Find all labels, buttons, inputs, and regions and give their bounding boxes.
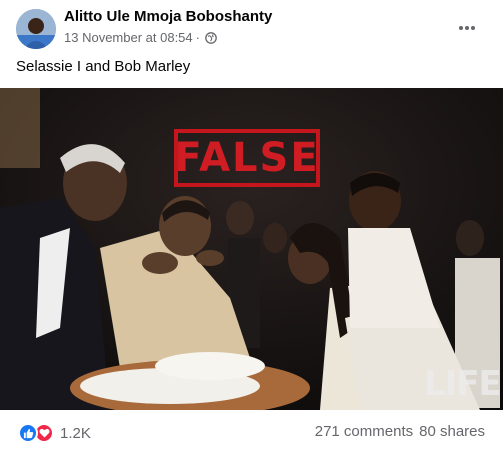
post-photo[interactable]: FALSE LIFE xyxy=(0,88,503,410)
post-caption: Selassie I and Bob Marley xyxy=(16,58,191,75)
engagement-stats: 271 comments 80 shares xyxy=(315,423,485,440)
post-timestamp[interactable]: 13 November at 08:54 xyxy=(64,30,193,45)
more-options-button[interactable] xyxy=(454,14,480,40)
more-horizontal-icon xyxy=(458,18,476,36)
false-stamp: FALSE xyxy=(174,129,320,187)
comments-count[interactable]: 271 comments xyxy=(315,423,413,440)
reaction-count: 1.2K xyxy=(60,424,91,442)
author-avatar[interactable] xyxy=(16,9,56,49)
globe-icon xyxy=(205,31,217,44)
like-icon xyxy=(18,423,38,443)
meta-separator: · xyxy=(195,30,200,45)
author-name[interactable]: Alitto Ule Mmoja Boboshanty xyxy=(64,8,272,25)
post-footer: 1.2K 271 comments 80 shares xyxy=(0,410,503,464)
life-watermark: LIFE xyxy=(424,364,502,404)
shares-count[interactable]: 80 shares xyxy=(419,423,485,440)
reactions-summary[interactable]: 1.2K xyxy=(18,423,91,443)
post-meta: 13 November at 08:54 · xyxy=(64,30,217,45)
post-header: Alitto Ule Mmoja Boboshanty 13 November … xyxy=(0,0,503,58)
